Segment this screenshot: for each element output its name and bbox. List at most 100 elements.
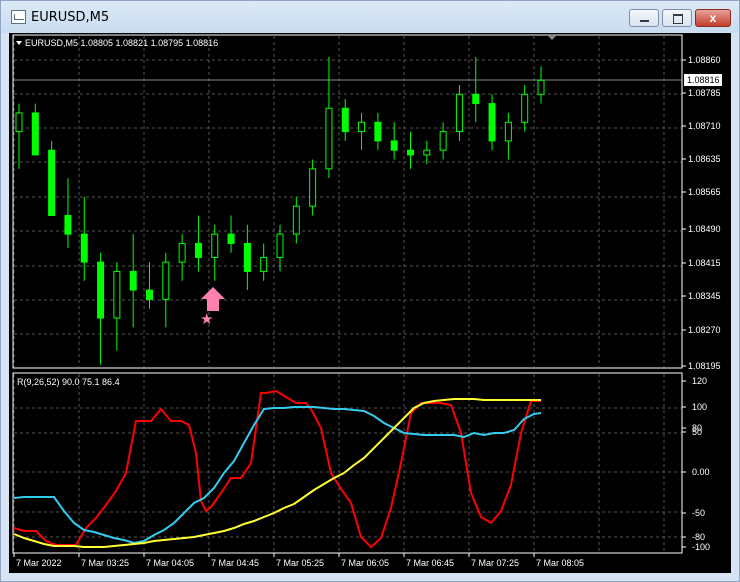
svg-text:★: ★ — [200, 310, 213, 328]
candle[interactable] — [80, 196, 88, 281]
close-button[interactable]: x — [695, 9, 731, 27]
time-tick-label: 7 Mar 2022 — [16, 558, 62, 568]
candle[interactable] — [472, 56, 480, 123]
candle[interactable] — [243, 224, 251, 291]
candle[interactable] — [162, 252, 170, 328]
candle[interactable] — [194, 215, 202, 272]
candle-body — [374, 121, 382, 142]
candle[interactable] — [455, 84, 463, 141]
candle-body — [309, 168, 317, 207]
candle-body — [521, 93, 529, 123]
time-tick-label: 7 Mar 06:05 — [341, 558, 389, 568]
candle[interactable] — [31, 103, 39, 156]
current-price-label: 1.08816 — [687, 75, 720, 85]
candle[interactable] — [15, 103, 23, 169]
indicator-axis: 12010080500.00-50-80-100 — [682, 376, 710, 552]
price-tick-label: 1.08490 — [688, 224, 721, 234]
price-tick-label: 1.08345 — [688, 291, 721, 301]
price-tick-label: 1.08635 — [688, 154, 721, 164]
time-tick-label: 7 Mar 04:05 — [146, 558, 194, 568]
candle-body — [325, 107, 333, 170]
candle-body — [455, 93, 463, 133]
candle[interactable] — [374, 112, 382, 151]
candle-body — [504, 121, 512, 142]
candle[interactable] — [292, 196, 300, 244]
indicator-red-line — [13, 389, 541, 549]
time-tick-label: 7 Mar 07:25 — [471, 558, 519, 568]
indicator-pane-frame — [12, 372, 683, 554]
minimize-button[interactable] — [629, 9, 659, 27]
shift-marker-icon[interactable] — [547, 35, 557, 40]
indicator-tick-label: 120 — [692, 376, 707, 386]
candle[interactable] — [178, 234, 186, 281]
candle[interactable] — [48, 140, 56, 216]
candle-body — [407, 149, 414, 156]
candle[interactable] — [276, 224, 284, 272]
candle[interactable] — [358, 112, 366, 151]
candle-body — [358, 121, 366, 133]
candle-body — [260, 256, 268, 272]
indicator-tick-label: -100 — [692, 542, 710, 552]
candle-body — [162, 261, 170, 300]
candle[interactable] — [309, 159, 317, 216]
candle-body — [146, 289, 153, 300]
candle[interactable] — [488, 94, 496, 151]
candle-body — [64, 214, 72, 235]
candles[interactable] — [15, 56, 545, 365]
candle[interactable] — [211, 224, 219, 281]
candle[interactable] — [146, 262, 153, 309]
candle-body — [292, 205, 300, 235]
candle-body — [472, 93, 480, 105]
candle-body — [243, 242, 251, 272]
window-title: EURUSD,M5 — [31, 10, 110, 25]
chart-menu-arrow-icon[interactable] — [16, 41, 22, 45]
candle-body — [488, 103, 496, 142]
candle[interactable] — [423, 140, 431, 165]
time-tick-label: 7 Mar 03:25 — [81, 558, 129, 568]
title-bar[interactable]: EURUSD,M5 x — [1, 1, 739, 33]
candle[interactable] — [64, 178, 72, 249]
indicator-tick-label: -80 — [692, 532, 705, 542]
candle-body — [48, 149, 56, 216]
candle-body — [113, 270, 121, 319]
chart-window-icon — [11, 10, 26, 24]
price-pane-frame — [12, 34, 683, 369]
price-tick-label: 1.08270 — [688, 325, 721, 335]
star-icon: ★ — [200, 310, 213, 328]
candle-body — [439, 131, 447, 151]
price-tick-label: 1.08195 — [688, 361, 721, 371]
indicator-tick-label: 0.00 — [692, 467, 710, 477]
chart-svg[interactable]: ★ EURUSD,M5 1.08805 1.08821 1.08795 1.08… — [9, 33, 731, 573]
candle[interactable] — [129, 234, 137, 328]
candle-body — [537, 79, 545, 95]
candle[interactable] — [521, 84, 529, 132]
candle-body — [31, 112, 39, 156]
candle[interactable] — [113, 262, 121, 351]
candle[interactable] — [97, 252, 105, 365]
price-axis: 1.08860 1.08785 1.08710 1.08635 1.08565 1.084… — [682, 55, 721, 371]
candle[interactable] — [325, 56, 333, 179]
indicator-tick-label: -50 — [692, 508, 705, 518]
time-axis: 7 Mar 2022 7 Mar 03:25 7 Mar 04:05 7 Mar 04… — [13, 553, 584, 568]
indicator-cyan-line — [13, 406, 542, 545]
price-tick-label: 1.08785 — [688, 88, 721, 98]
candle[interactable] — [504, 112, 512, 160]
candle-body — [276, 233, 284, 258]
chart-window: EURUSD,M5 x ★ EURUSD,M5 1.08805 1.08821 … — [0, 0, 740, 582]
candle-body — [227, 233, 235, 244]
candle[interactable] — [260, 243, 268, 281]
candle-body — [423, 149, 431, 156]
time-tick-label: 7 Mar 05:25 — [276, 558, 324, 568]
candle-body — [211, 233, 219, 258]
price-tick-label: 1.08565 — [688, 187, 721, 197]
candle[interactable] — [407, 131, 414, 169]
indicator-tick-label: 50 — [692, 427, 702, 437]
candle-body — [390, 140, 398, 151]
chart-area[interactable]: ★ EURUSD,M5 1.08805 1.08821 1.08795 1.08… — [9, 33, 731, 573]
candle[interactable] — [227, 215, 235, 253]
candle[interactable] — [537, 66, 545, 104]
maximize-button[interactable] — [662, 9, 692, 27]
candle[interactable] — [341, 98, 349, 141]
up-arrow-icon[interactable] — [201, 287, 225, 311]
indicator-yellow-line — [13, 398, 541, 548]
